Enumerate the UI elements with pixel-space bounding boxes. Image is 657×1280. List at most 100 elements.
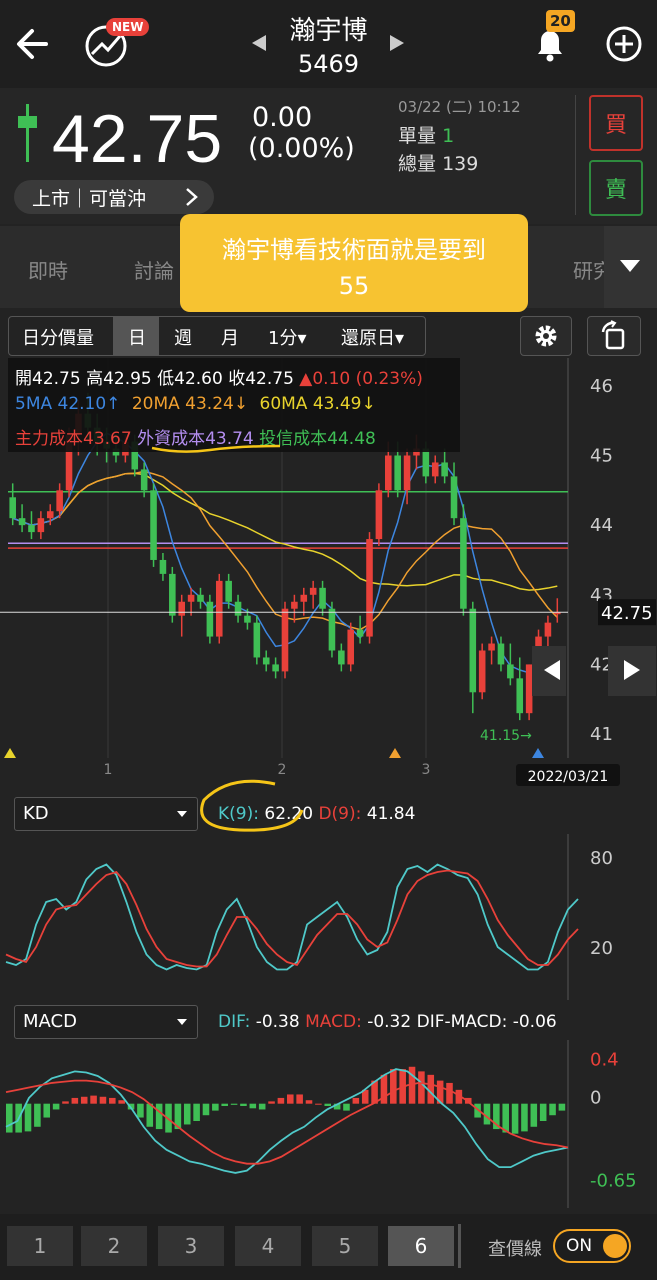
candle-body bbox=[544, 622, 552, 637]
macd-osc-bar bbox=[418, 1071, 425, 1104]
y-tick-label: 0 bbox=[590, 1088, 601, 1109]
macd-osc-bar bbox=[62, 1101, 69, 1104]
macd-osc-bar bbox=[230, 1103, 238, 1105]
macd-osc-bar bbox=[277, 1097, 285, 1104]
candle-body bbox=[215, 580, 223, 637]
candle-body bbox=[422, 448, 430, 477]
period-minute-select[interactable]: 1分▾ bbox=[268, 324, 307, 350]
macd-osc-bar bbox=[212, 1103, 219, 1111]
candle-body bbox=[394, 455, 401, 491]
macd-osc-bar bbox=[71, 1097, 79, 1104]
y-tick-label: 80 bbox=[590, 848, 613, 869]
candle-body bbox=[272, 664, 279, 672]
macd-osc-bar bbox=[118, 1100, 125, 1104]
add-circle-icon[interactable] bbox=[604, 24, 644, 64]
page-button-6[interactable]: 6 bbox=[388, 1226, 454, 1266]
indicator-select-macd[interactable]: MACD bbox=[14, 1005, 198, 1039]
price-line-label: 查價線 bbox=[488, 1239, 542, 1260]
macd-osc-bar bbox=[324, 1103, 332, 1106]
chevron-right-icon bbox=[186, 188, 198, 206]
single-volume: 單量 1 bbox=[398, 125, 455, 147]
period-daily-price-volume[interactable]: 日分價量 bbox=[22, 324, 94, 350]
page-button-5[interactable]: 5 bbox=[312, 1226, 378, 1266]
page-button-2[interactable]: 2 bbox=[81, 1226, 147, 1266]
candle-body bbox=[319, 587, 326, 609]
candle-body bbox=[478, 650, 486, 693]
macd-osc-bar bbox=[109, 1097, 116, 1104]
page-button-3[interactable]: 3 bbox=[158, 1226, 224, 1266]
buy-button[interactable]: 買 bbox=[589, 95, 643, 151]
sell-button[interactable]: 賣 bbox=[589, 160, 643, 216]
k-line bbox=[5, 863, 579, 971]
macd-osc-bar bbox=[137, 1103, 144, 1118]
next-stock-arrow-icon[interactable] bbox=[390, 35, 404, 51]
page-button-4[interactable]: 4 bbox=[235, 1226, 301, 1266]
macd-osc-bar bbox=[193, 1103, 200, 1121]
candle-body bbox=[178, 601, 185, 616]
indicator-select-kd[interactable]: KD bbox=[14, 797, 198, 831]
period-day[interactable]: 日 bbox=[128, 324, 146, 350]
d-line bbox=[5, 869, 579, 968]
candle-body bbox=[497, 643, 505, 665]
marker-triangle bbox=[532, 748, 544, 758]
candle-body bbox=[338, 650, 345, 665]
candle-body bbox=[356, 629, 364, 637]
macd-osc-bar bbox=[287, 1094, 294, 1104]
macd-osc-bar bbox=[305, 1100, 313, 1104]
notification-count-badge: 20 bbox=[546, 10, 575, 32]
candle-body bbox=[150, 490, 157, 560]
candle-body bbox=[206, 601, 214, 637]
divider bbox=[458, 1224, 461, 1268]
macd-osc-bar bbox=[511, 1103, 519, 1134]
caret-down-icon bbox=[620, 260, 640, 272]
candle-body bbox=[309, 587, 317, 595]
back-arrow-icon[interactable] bbox=[14, 26, 52, 62]
price-change: 0.00 bbox=[252, 102, 313, 133]
adjust-select[interactable]: 還原日▾ bbox=[341, 324, 404, 350]
candle-body bbox=[431, 462, 439, 477]
total-volume: 總量 139 bbox=[398, 153, 479, 175]
tab-discussion[interactable]: 討論 bbox=[134, 255, 174, 284]
candle-body bbox=[469, 608, 477, 693]
candle-body bbox=[140, 469, 148, 491]
candle-body bbox=[347, 629, 355, 665]
candle-body bbox=[291, 601, 298, 609]
x-tick-label: 3 bbox=[422, 762, 431, 778]
macd-osc-bar bbox=[43, 1103, 51, 1118]
macd-values: DIF: -0.38 MACD: -0.32 DIF-MACD: -0.06 bbox=[218, 1012, 557, 1032]
candle-body bbox=[18, 518, 26, 526]
candle-body bbox=[159, 559, 167, 574]
candle-body bbox=[328, 608, 336, 651]
y-tick-label: 41 bbox=[590, 724, 613, 745]
highlight-underline bbox=[151, 444, 281, 453]
candle-body bbox=[281, 608, 289, 672]
quote-datetime: 03/22 (二) 10:12 bbox=[398, 98, 521, 116]
macd-osc-bar bbox=[502, 1103, 509, 1133]
macd-osc-bar bbox=[80, 1096, 88, 1104]
kd-chart[interactable]: 80 20 bbox=[0, 834, 657, 1000]
page-button-1[interactable]: 1 bbox=[7, 1226, 73, 1266]
dropdown-caret-icon bbox=[177, 1019, 187, 1025]
candle-body bbox=[403, 455, 411, 491]
macd-osc-bar bbox=[352, 1097, 360, 1104]
macd-osc-bar bbox=[530, 1103, 538, 1127]
y-tick-label: 20 bbox=[590, 938, 613, 959]
macd-osc-bar bbox=[34, 1103, 41, 1127]
period-month[interactable]: 月 bbox=[221, 324, 239, 350]
y-tick-label: 46 bbox=[590, 376, 613, 397]
macd-osc-bar bbox=[258, 1103, 266, 1110]
marker-triangle bbox=[389, 748, 401, 758]
y-tick-label: 0.4 bbox=[590, 1050, 619, 1071]
divider bbox=[575, 95, 576, 215]
candle-body bbox=[300, 594, 308, 602]
last-price-label: 42.75 bbox=[601, 603, 653, 624]
macd-osc-bar bbox=[268, 1101, 275, 1104]
toggle-knob bbox=[603, 1234, 627, 1258]
macd-chart[interactable]: 0.4 0 -0.65 bbox=[0, 1040, 657, 1208]
candle-body bbox=[46, 511, 54, 519]
prev-stock-arrow-icon[interactable] bbox=[252, 35, 266, 51]
tab-realtime[interactable]: 即時 bbox=[28, 255, 68, 284]
candle-body bbox=[375, 490, 383, 540]
period-week[interactable]: 週 bbox=[174, 324, 192, 350]
date-label: 2022/03/21 bbox=[528, 769, 609, 785]
